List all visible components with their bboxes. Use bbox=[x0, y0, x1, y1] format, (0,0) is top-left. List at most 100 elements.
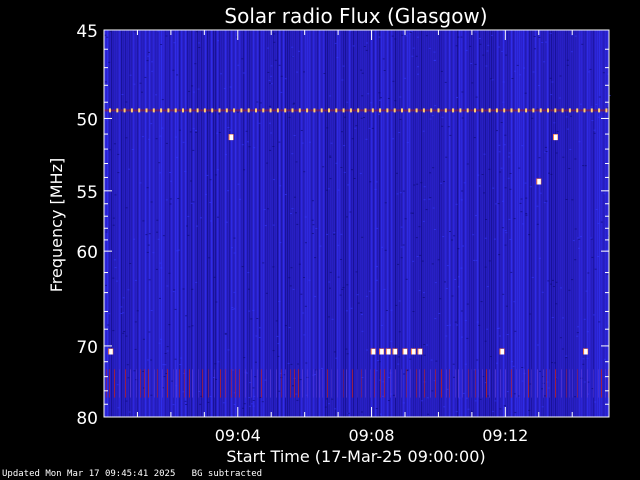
carrier-line-dot bbox=[554, 108, 557, 113]
noise-speck bbox=[229, 129, 232, 131]
noise-speck bbox=[538, 257, 541, 259]
noise-speck bbox=[279, 242, 282, 244]
carrier-line-dot bbox=[247, 108, 250, 113]
interference-streak bbox=[546, 369, 547, 398]
noise-speck bbox=[415, 237, 418, 239]
y-tick-label: 45 bbox=[76, 22, 98, 42]
noise-speck bbox=[566, 64, 569, 66]
noise-speck bbox=[150, 394, 153, 396]
noise-streak bbox=[209, 30, 211, 417]
noise-speck bbox=[329, 156, 332, 158]
noise-speck bbox=[445, 156, 448, 158]
noise-speck bbox=[261, 401, 264, 403]
noise-speck bbox=[581, 43, 584, 45]
noise-streak bbox=[161, 30, 163, 417]
noise-streak bbox=[215, 30, 217, 417]
noise-speck bbox=[536, 108, 539, 110]
noise-speck bbox=[430, 359, 433, 361]
noise-speck bbox=[402, 190, 405, 192]
carrier-line-dot bbox=[313, 108, 316, 113]
noise-speck bbox=[142, 220, 145, 222]
noise-speck bbox=[214, 363, 217, 365]
noise-speck bbox=[176, 157, 179, 159]
noise-streak bbox=[219, 30, 221, 417]
noise-speck bbox=[233, 404, 236, 405]
carrier-line-dot bbox=[408, 108, 411, 113]
carrier-line-dot bbox=[525, 108, 528, 113]
noise-speck bbox=[384, 202, 387, 204]
noise-speck bbox=[422, 220, 425, 222]
noise-speck bbox=[225, 221, 228, 223]
x-tick-label: 09:08 bbox=[348, 426, 394, 445]
noise-speck bbox=[236, 111, 239, 113]
noise-speck bbox=[479, 398, 482, 400]
noise-streak bbox=[345, 30, 347, 417]
noise-speck bbox=[576, 332, 579, 334]
noise-streak bbox=[509, 30, 511, 417]
noise-speck bbox=[420, 182, 423, 184]
noise-speck bbox=[509, 173, 512, 174]
carrier-line-dot bbox=[328, 108, 330, 113]
noise-streak bbox=[495, 30, 497, 417]
noise-speck bbox=[529, 313, 532, 315]
noise-speck bbox=[241, 58, 244, 60]
noise-speck bbox=[308, 279, 311, 281]
noise-speck bbox=[146, 60, 149, 62]
noise-speck bbox=[324, 406, 327, 408]
noise-speck bbox=[590, 238, 593, 240]
noise-speck bbox=[255, 335, 258, 337]
noise-speck bbox=[292, 385, 294, 387]
interference-streak bbox=[184, 369, 185, 398]
noise-speck bbox=[237, 64, 240, 66]
noise-speck bbox=[284, 325, 287, 327]
noise-speck bbox=[440, 70, 443, 72]
carrier-line-dot bbox=[145, 108, 148, 113]
noise-speck bbox=[146, 251, 149, 253]
noise-speck bbox=[125, 207, 128, 209]
noise-speck bbox=[382, 395, 384, 397]
noise-streak bbox=[379, 30, 381, 417]
noise-speck bbox=[504, 187, 507, 189]
noise-speck bbox=[267, 71, 270, 73]
noise-speck bbox=[233, 308, 236, 310]
noise-streak bbox=[229, 30, 231, 417]
noise-streak bbox=[325, 30, 327, 417]
noise-speck bbox=[107, 324, 110, 326]
noise-speck bbox=[155, 268, 158, 270]
noise-speck bbox=[114, 194, 117, 196]
noise-speck bbox=[577, 237, 579, 239]
noise-speck bbox=[502, 81, 505, 83]
noise-streak bbox=[333, 30, 335, 417]
noise-speck bbox=[591, 256, 594, 258]
noise-streak bbox=[531, 30, 533, 417]
noise-speck bbox=[395, 304, 398, 306]
burst-marker bbox=[386, 349, 391, 355]
noise-speck bbox=[223, 88, 226, 90]
noise-speck bbox=[361, 236, 364, 238]
noise-speck bbox=[249, 382, 252, 384]
noise-speck bbox=[429, 118, 432, 120]
interference-streak bbox=[109, 369, 110, 398]
noise-streak bbox=[323, 30, 325, 417]
noise-streak bbox=[147, 30, 149, 417]
noise-streak bbox=[305, 30, 307, 417]
noise-speck bbox=[133, 238, 136, 240]
noise-speck bbox=[472, 234, 475, 236]
noise-streak bbox=[555, 30, 557, 417]
interference-streak bbox=[214, 369, 215, 398]
noise-streak bbox=[549, 30, 551, 417]
noise-speck bbox=[474, 400, 477, 402]
noise-streak bbox=[349, 30, 351, 417]
noise-speck bbox=[408, 33, 411, 35]
noise-streak bbox=[561, 30, 563, 417]
noise-speck bbox=[191, 325, 194, 327]
noise-speck bbox=[484, 340, 487, 342]
noise-streak bbox=[457, 30, 459, 417]
noise-speck bbox=[263, 209, 266, 211]
noise-speck bbox=[484, 266, 487, 268]
noise-speck bbox=[335, 357, 338, 359]
noise-speck bbox=[511, 361, 513, 363]
noise-speck bbox=[541, 388, 544, 390]
noise-speck bbox=[444, 281, 446, 283]
noise-speck bbox=[434, 105, 437, 107]
